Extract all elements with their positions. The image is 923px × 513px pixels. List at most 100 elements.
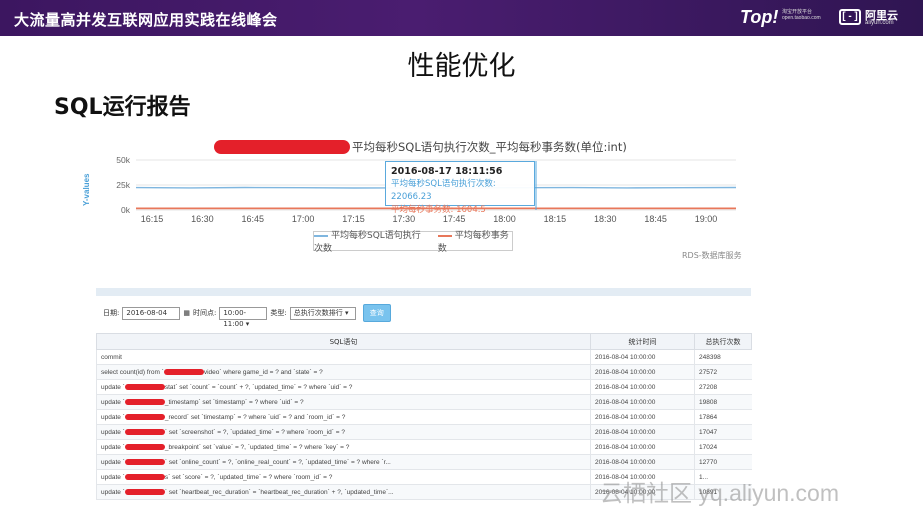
watermark: 云栖社区 yq.aliyun.com [600, 480, 840, 506]
table-row[interactable]: update ` ` set `screenshot` = ?, `updated… [96, 424, 752, 440]
count-cell: 27208 [694, 379, 752, 395]
table-name-redaction [124, 383, 165, 390]
x-tick-label: 19:00 [695, 214, 718, 224]
time-select[interactable]: 10:00-11:00 ▾ [219, 306, 268, 328]
time-cell: 2016-08-04 10:00:00 [590, 424, 695, 440]
legend-label-sql: 平均每秒SQL语句执行次数 [314, 231, 421, 254]
table-name-redaction [124, 458, 165, 465]
sql-cell: update ` ` set `screenshot` = ?, `updated… [96, 424, 591, 440]
chevron-down-icon: ▾ [344, 308, 349, 317]
sql-text-prefix: update ` [101, 473, 125, 481]
legend-item-tx[interactable]: 平均每秒事务数 [437, 228, 512, 254]
sql-text-suffix: _timestamp` set `timestamp` = ? where `u… [164, 398, 304, 406]
tooltip-series1-value: 22066.23 [391, 192, 432, 202]
time-cell: 2016-08-04 10:00:00 [590, 364, 695, 380]
type-select[interactable]: 总执行次数排行 ▾ [289, 306, 356, 320]
tooltip-time: 2016-08-17 18:11:56 [391, 166, 503, 177]
sql-text-suffix: _breakpoint` set `value` = ?, `updated_t… [164, 443, 350, 451]
time-cell: 2016-08-04 10:00:00 [590, 409, 695, 425]
sql-text-suffix: ` set `screenshot` = ?, `updated_time` =… [164, 428, 345, 436]
time-cell: 2016-08-04 10:00:00 [590, 379, 695, 395]
sql-text-suffix: _record` set `timestamp` = ? where `uid`… [164, 413, 346, 421]
x-tick-label: 18:30 [594, 214, 617, 224]
time-cell: 2016-08-04 10:00:00 [590, 439, 695, 455]
legend-item-sql[interactable]: 平均每秒SQL语句执行次数 [314, 228, 430, 254]
sql-cell: commit [96, 349, 591, 365]
time-select-value: 10:00-11:00 [223, 308, 247, 328]
table-row[interactable]: update ` _breakpoint` set `value` = ?, `u… [96, 439, 752, 455]
table-row[interactable]: update ` _record` set `timestamp` = ? whe… [96, 409, 752, 425]
y-tick-label: 50k [116, 155, 130, 165]
sql-text-prefix: update ` [101, 398, 125, 406]
chart-source: RDS-数据库服务 [682, 251, 742, 260]
table-name-redaction [163, 368, 204, 375]
chevron-down-icon: ▾ [245, 319, 250, 328]
sql-cell: select count(id) from ` video` where game… [96, 364, 591, 380]
sql-cell: update ` ` set `online_count` = ?, `onlin… [96, 454, 591, 470]
sql-text-prefix: commit [101, 353, 122, 361]
type-label: 类型: [270, 309, 287, 317]
count-cell: 17047 [694, 424, 752, 440]
col-header-count: 总执行次数 [694, 333, 752, 350]
x-tick-label: 17:15 [342, 214, 365, 224]
sql-cell: update ` ` set `heartbeat_rec_duration` =… [96, 484, 591, 500]
sql-cell: update ` _record` set `timestamp` = ? whe… [96, 409, 591, 425]
table-name-redaction [124, 413, 165, 420]
count-cell: 248398 [694, 349, 752, 365]
sql-cell: update ` stat` set `count` = `count` + ?,… [96, 379, 591, 395]
sql-text-prefix: update ` [101, 428, 125, 436]
tooltip-series1-label: 平均每秒SQL语句执行次数 [391, 179, 493, 189]
count-cell: 12770 [694, 454, 752, 470]
count-cell: 27572 [694, 364, 752, 380]
count-cell: 17864 [694, 409, 752, 425]
filter-bar: 日期: 2016-08-04 ▦ 时间点: 10:00-11:00 ▾ 类型: … [103, 304, 391, 328]
sql-cell: update ` _breakpoint` set `value` = ?, `u… [96, 439, 591, 455]
sql-text-prefix: update ` [101, 443, 125, 451]
type-select-value: 总执行次数排行 [293, 308, 343, 317]
x-tick-label: 16:45 [241, 214, 264, 224]
date-input[interactable]: 2016-08-04 [122, 306, 181, 320]
time-cell: 2016-08-04 10:00:00 [590, 349, 695, 365]
table-row[interactable]: select count(id) from ` video` where game… [96, 364, 752, 380]
sql-text-suffix: stat` set `count` = `count` + ?, `update… [164, 383, 353, 391]
table-row[interactable]: update ` _timestamp` set `timestamp` = ? … [96, 394, 752, 410]
sql-text-suffix: ` set `heartbeat_rec_duration` = `heartb… [164, 488, 394, 496]
calendar-icon[interactable]: ▦ [183, 309, 190, 317]
date-label: 日期: [103, 309, 120, 317]
time-label: 时间点: [192, 309, 217, 317]
table-name-redaction [124, 488, 165, 495]
count-cell: 17024 [694, 439, 752, 455]
sql-text-prefix: update ` [101, 488, 125, 496]
x-tick-label: 16:30 [191, 214, 214, 224]
x-tick-label: 18:45 [644, 214, 667, 224]
table-name-redaction [124, 428, 165, 435]
sql-cell: update ` _timestamp` set `timestamp` = ? … [96, 394, 591, 410]
chart-tooltip: 2016-08-17 18:11:56 平均每秒SQL语句执行次数: 22066… [385, 161, 535, 215]
time-cell: 2016-08-04 10:00:00 [590, 454, 695, 470]
sql-text-suffix: ` set `online_count` = ?, `online_real_c… [164, 458, 391, 466]
query-button[interactable]: 查询 [362, 304, 391, 322]
table-header-row: SQL语句 统计时间 总执行次数 [96, 333, 752, 350]
table-name-redaction [124, 473, 165, 480]
report-header-strip [96, 288, 751, 296]
x-tick-label: 18:15 [544, 214, 567, 224]
table-row[interactable]: update ` stat` set `count` = `count` + ?,… [96, 379, 752, 395]
table-row[interactable]: update ` ` set `online_count` = ?, `onlin… [96, 454, 752, 470]
y-tick-label: 0k [121, 205, 131, 215]
sql-cell: update ` s` set `score` = ?, `updated_tim… [96, 469, 591, 485]
x-tick-label: 17:00 [292, 214, 315, 224]
table-row[interactable]: commit 2016-08-04 10:00:00 248398 [96, 349, 752, 365]
sql-text-prefix: select count(id) from ` [101, 368, 164, 376]
col-header-time: 统计时间 [590, 333, 695, 350]
sql-text-prefix: update ` [101, 458, 125, 466]
y-tick-label: 25k [116, 180, 130, 190]
x-tick-label: 16:15 [141, 214, 164, 224]
count-cell: 19808 [694, 394, 752, 410]
sql-text-suffix: s` set `score` = ?, `updated_time` = ? w… [164, 473, 333, 481]
sql-text-suffix: video` where game_id = ? and `state` = ? [203, 368, 323, 376]
tooltip-series2-label: 平均每秒事务数 [391, 205, 451, 215]
col-header-sql: SQL语句 [96, 333, 591, 350]
sql-text-prefix: update ` [101, 383, 125, 391]
sql-text-prefix: update ` [101, 413, 125, 421]
chart-legend: 平均每秒SQL语句执行次数 平均每秒事务数 [313, 228, 513, 254]
